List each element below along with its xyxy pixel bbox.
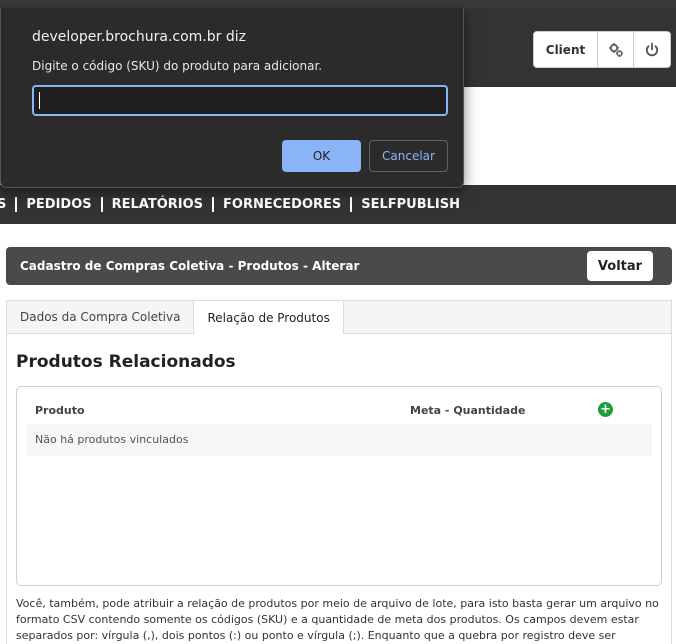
page-title-bar: Cadastro de Compras Coletiva - Produtos … [6,247,672,285]
dialog-message: Digite o código (SKU) do produto para ad… [32,59,323,73]
column-header-meta: Meta - Quantidade [410,404,526,417]
settings-button[interactable] [598,32,634,67]
page-title: Cadastro de Compras Coletiva - Produtos … [20,259,360,273]
text-caret [39,92,40,109]
empty-message: Não há produtos vinculados [35,433,189,446]
gears-icon [608,42,624,58]
table-row: Não há produtos vinculados [27,424,652,456]
tab-dados-compra[interactable]: Dados da Compra Coletiva [7,301,195,333]
nav-item-partial[interactable]: S [0,197,18,212]
products-panel: Produto Meta - Quantidade + Não há produ… [16,386,662,586]
nav-item-relatorios[interactable]: RELATÓRIOS [103,197,215,212]
header-button-group: Client [533,31,671,68]
main-nav: S PEDIDOS RELATÓRIOS FORNECEDORES SELFPU… [0,185,676,224]
ok-button[interactable]: OK [282,140,361,172]
client-button[interactable]: Client [534,32,598,67]
browser-url-strip [0,0,676,8]
dialog-title: developer.brochura.com.br diz [32,29,246,45]
cancel-button[interactable]: Cancelar [369,140,448,172]
nav-item-selfpublish[interactable]: SELFPUBLISH [352,197,469,212]
nav-item-pedidos[interactable]: PEDIDOS [17,197,103,212]
tab-relacao-produtos[interactable]: Relação de Produtos [194,301,344,334]
nav-item-fornecedores[interactable]: FORNECEDORES [214,197,353,212]
power-icon [644,42,660,58]
prompt-dialog: developer.brochura.com.br diz Digite o c… [0,8,464,188]
tab-bar: Dados da Compra Coletiva Relação de Prod… [6,300,672,334]
help-text: Você, também, pode atribuir a relação de… [16,597,659,642]
plus-circle-icon[interactable]: + [598,402,613,417]
column-header-produto: Produto [35,404,85,417]
section-title: Produtos Relacionados [16,352,236,372]
back-button[interactable]: Voltar [587,251,653,281]
logout-button[interactable] [634,32,670,67]
sku-input[interactable] [32,85,448,116]
